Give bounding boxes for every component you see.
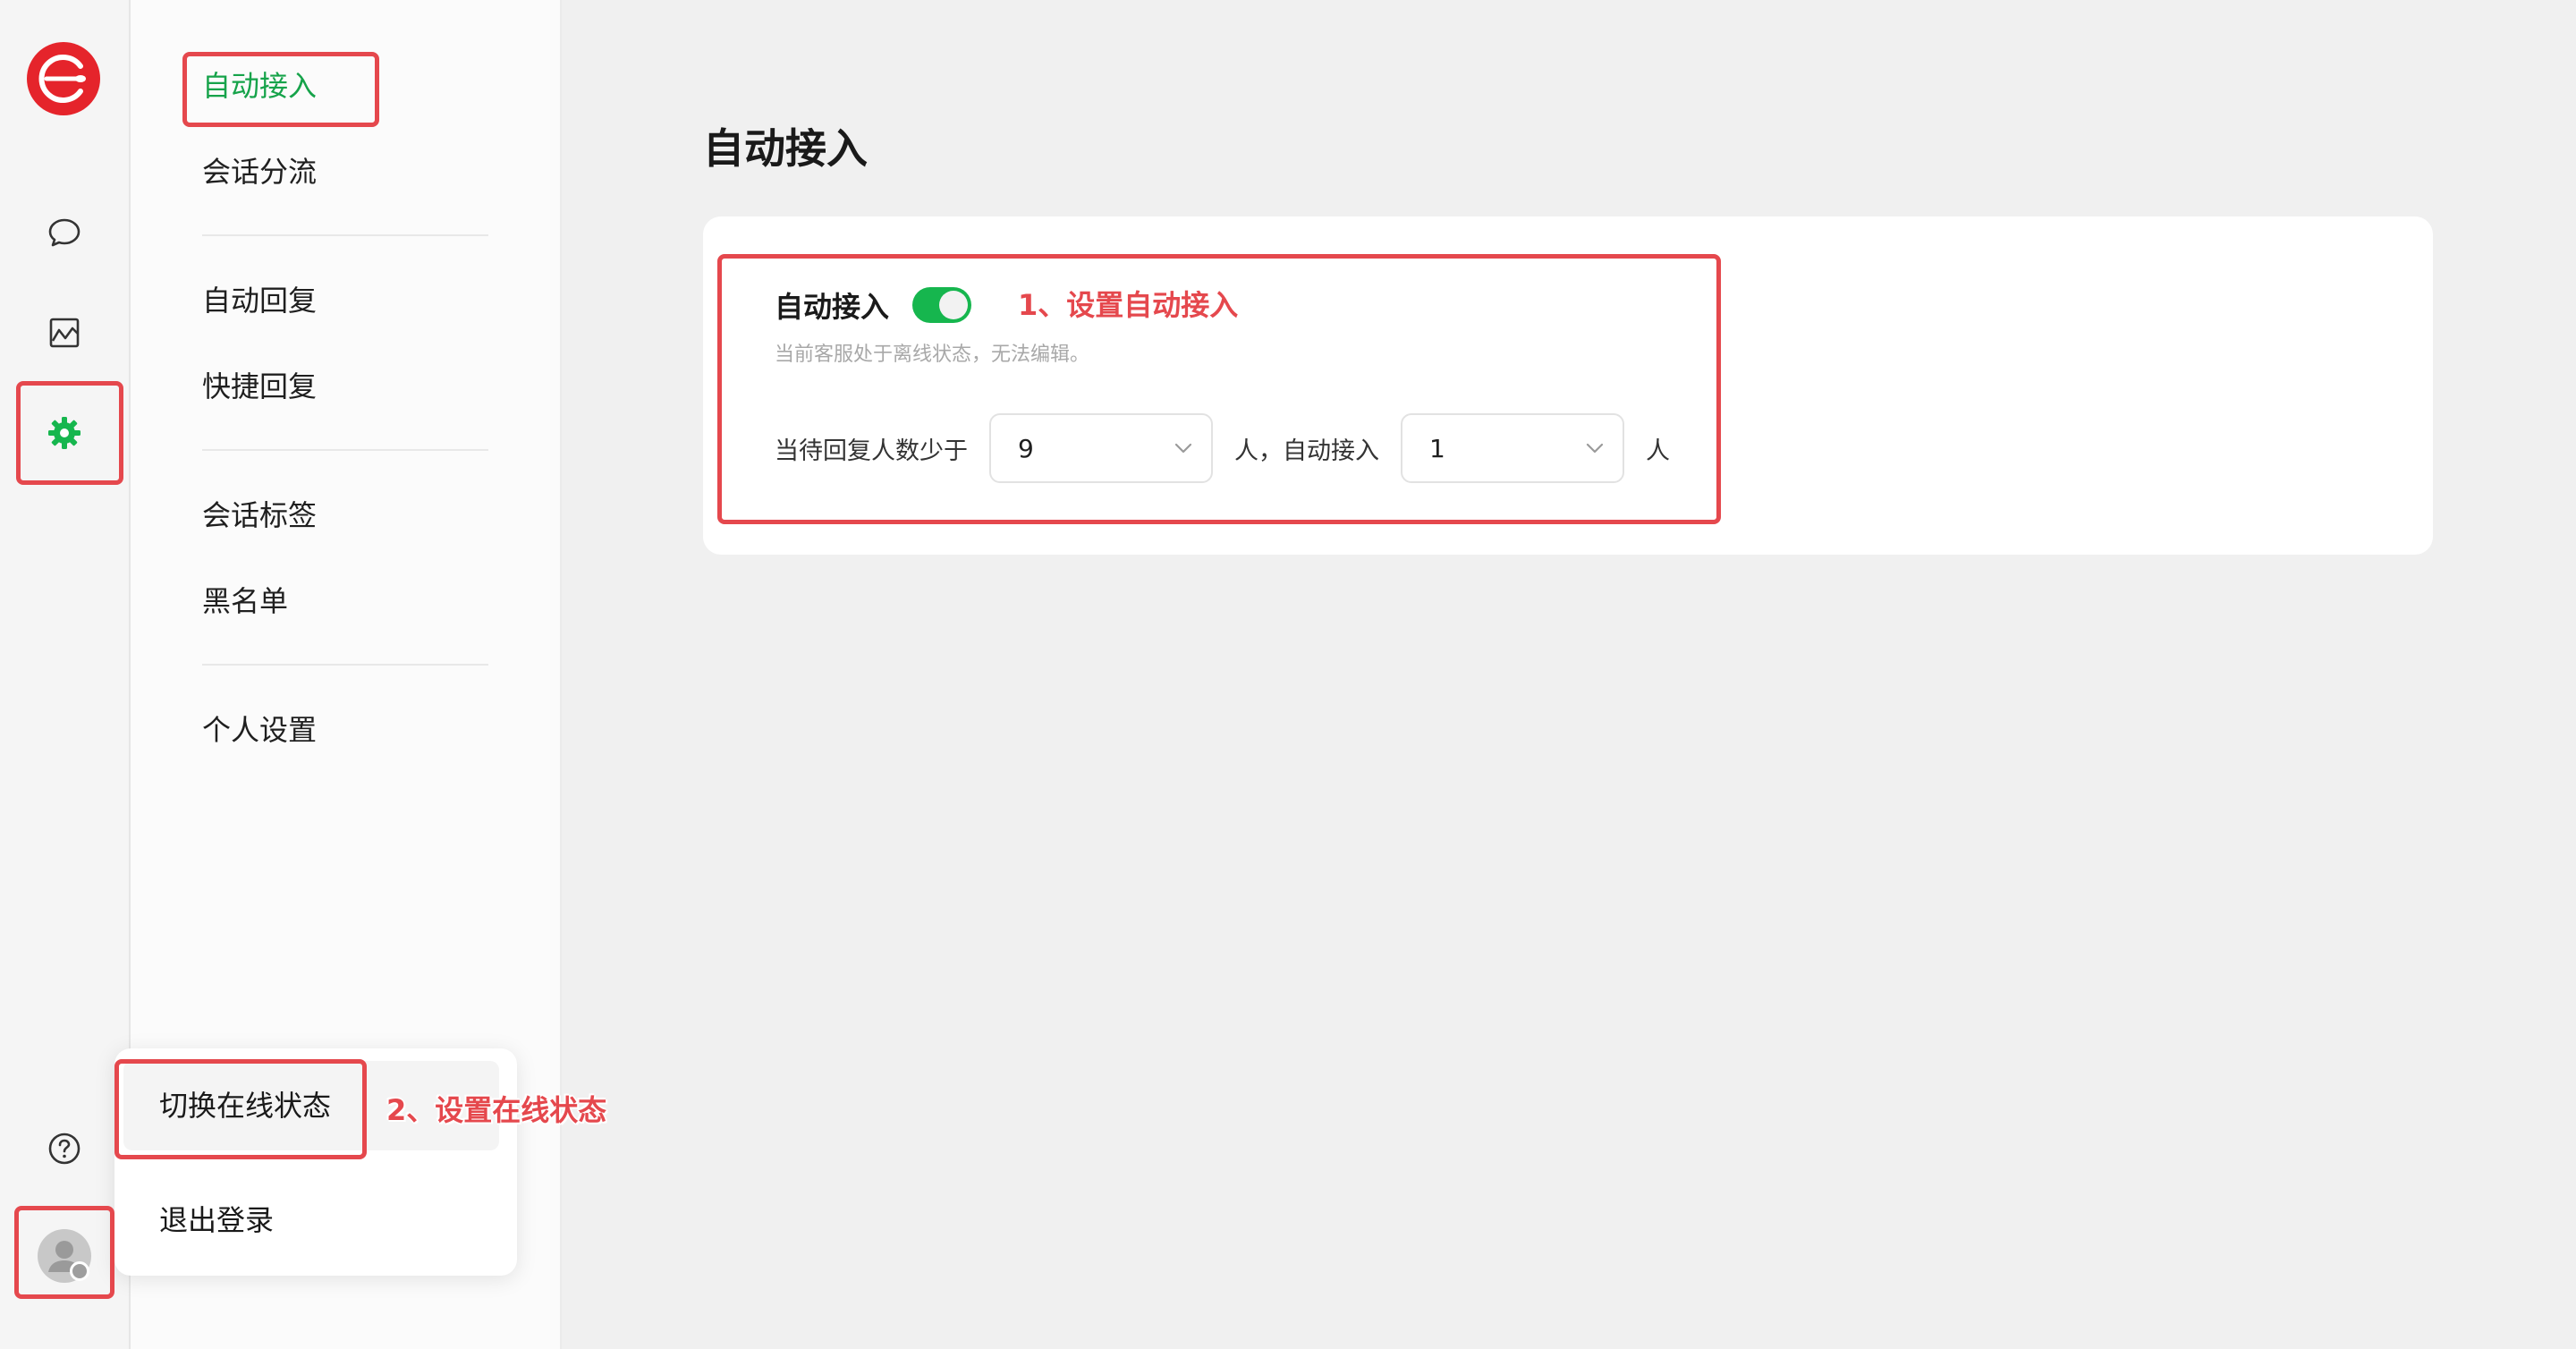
logout-item[interactable]: 退出登录 [159, 1201, 274, 1240]
chat-icon [48, 218, 80, 247]
condition-middle: 人，自动接入 [1234, 437, 1379, 465]
toggle-label: 自动接入 [775, 290, 890, 324]
menu-item-auto-accept[interactable]: 自动接入 [202, 66, 317, 106]
icon-rail [0, 0, 131, 1349]
annotation-note-1: 1、设置自动接入 [1018, 288, 1239, 322]
condition-suffix: 人 [1646, 437, 1670, 465]
switch-online-status-item[interactable]: 切换在线状态 [159, 1086, 331, 1125]
settings-nav-button[interactable] [34, 403, 95, 463]
main-content: 自动接入 自动接入 当前客服处于离线状态，无法编辑。 当待回复人数少于 9 人，… [562, 0, 2576, 1349]
help-nav-button[interactable] [34, 1118, 95, 1179]
menu-item-session-routing[interactable]: 会话分流 [202, 152, 317, 191]
menu-divider [202, 449, 488, 451]
help-icon [48, 1133, 80, 1165]
user-avatar-button[interactable] [27, 1218, 102, 1294]
auto-accept-toggle[interactable] [912, 287, 972, 323]
analytics-nav-button[interactable] [34, 302, 95, 363]
gear-icon [48, 417, 80, 449]
toggle-row: 自动接入 [775, 284, 972, 326]
accept-count-select[interactable]: 1 [1401, 413, 1624, 483]
status-dot [70, 1261, 89, 1281]
menu-item-personal-settings[interactable]: 个人设置 [202, 710, 317, 750]
chevron-down-icon [1174, 443, 1192, 454]
user-popup-menu: 切换在线状态 退出登录 [114, 1048, 517, 1276]
chevron-down-icon [1586, 443, 1604, 454]
toggle-knob [939, 291, 969, 319]
menu-divider [202, 664, 488, 666]
analytics-icon [49, 318, 80, 348]
offline-hint: 当前客服处于离线状态，无法编辑。 [775, 344, 1090, 366]
accept-count-value: 1 [1429, 433, 1445, 463]
condition-row: 当待回复人数少于 9 人，自动接入 1 人 [775, 411, 1670, 485]
threshold-select[interactable]: 9 [989, 413, 1213, 483]
menu-item-quick-reply[interactable]: 快捷回复 [202, 367, 317, 406]
menu-item-auto-reply[interactable]: 自动回复 [202, 281, 317, 320]
condition-prefix: 当待回复人数少于 [775, 437, 968, 465]
app-logo [27, 42, 100, 115]
threshold-value: 9 [1018, 433, 1034, 463]
page-title: 自动接入 [703, 124, 868, 173]
auto-accept-card: 自动接入 当前客服处于离线状态，无法编辑。 当待回复人数少于 9 人，自动接入 … [703, 216, 2433, 555]
menu-item-session-tags[interactable]: 会话标签 [202, 496, 317, 535]
chat-nav-button[interactable] [34, 202, 95, 263]
annotation-note-2: 2、设置在线状态 [386, 1093, 607, 1127]
menu-divider [202, 234, 488, 236]
menu-item-blacklist[interactable]: 黑名单 [202, 581, 288, 621]
